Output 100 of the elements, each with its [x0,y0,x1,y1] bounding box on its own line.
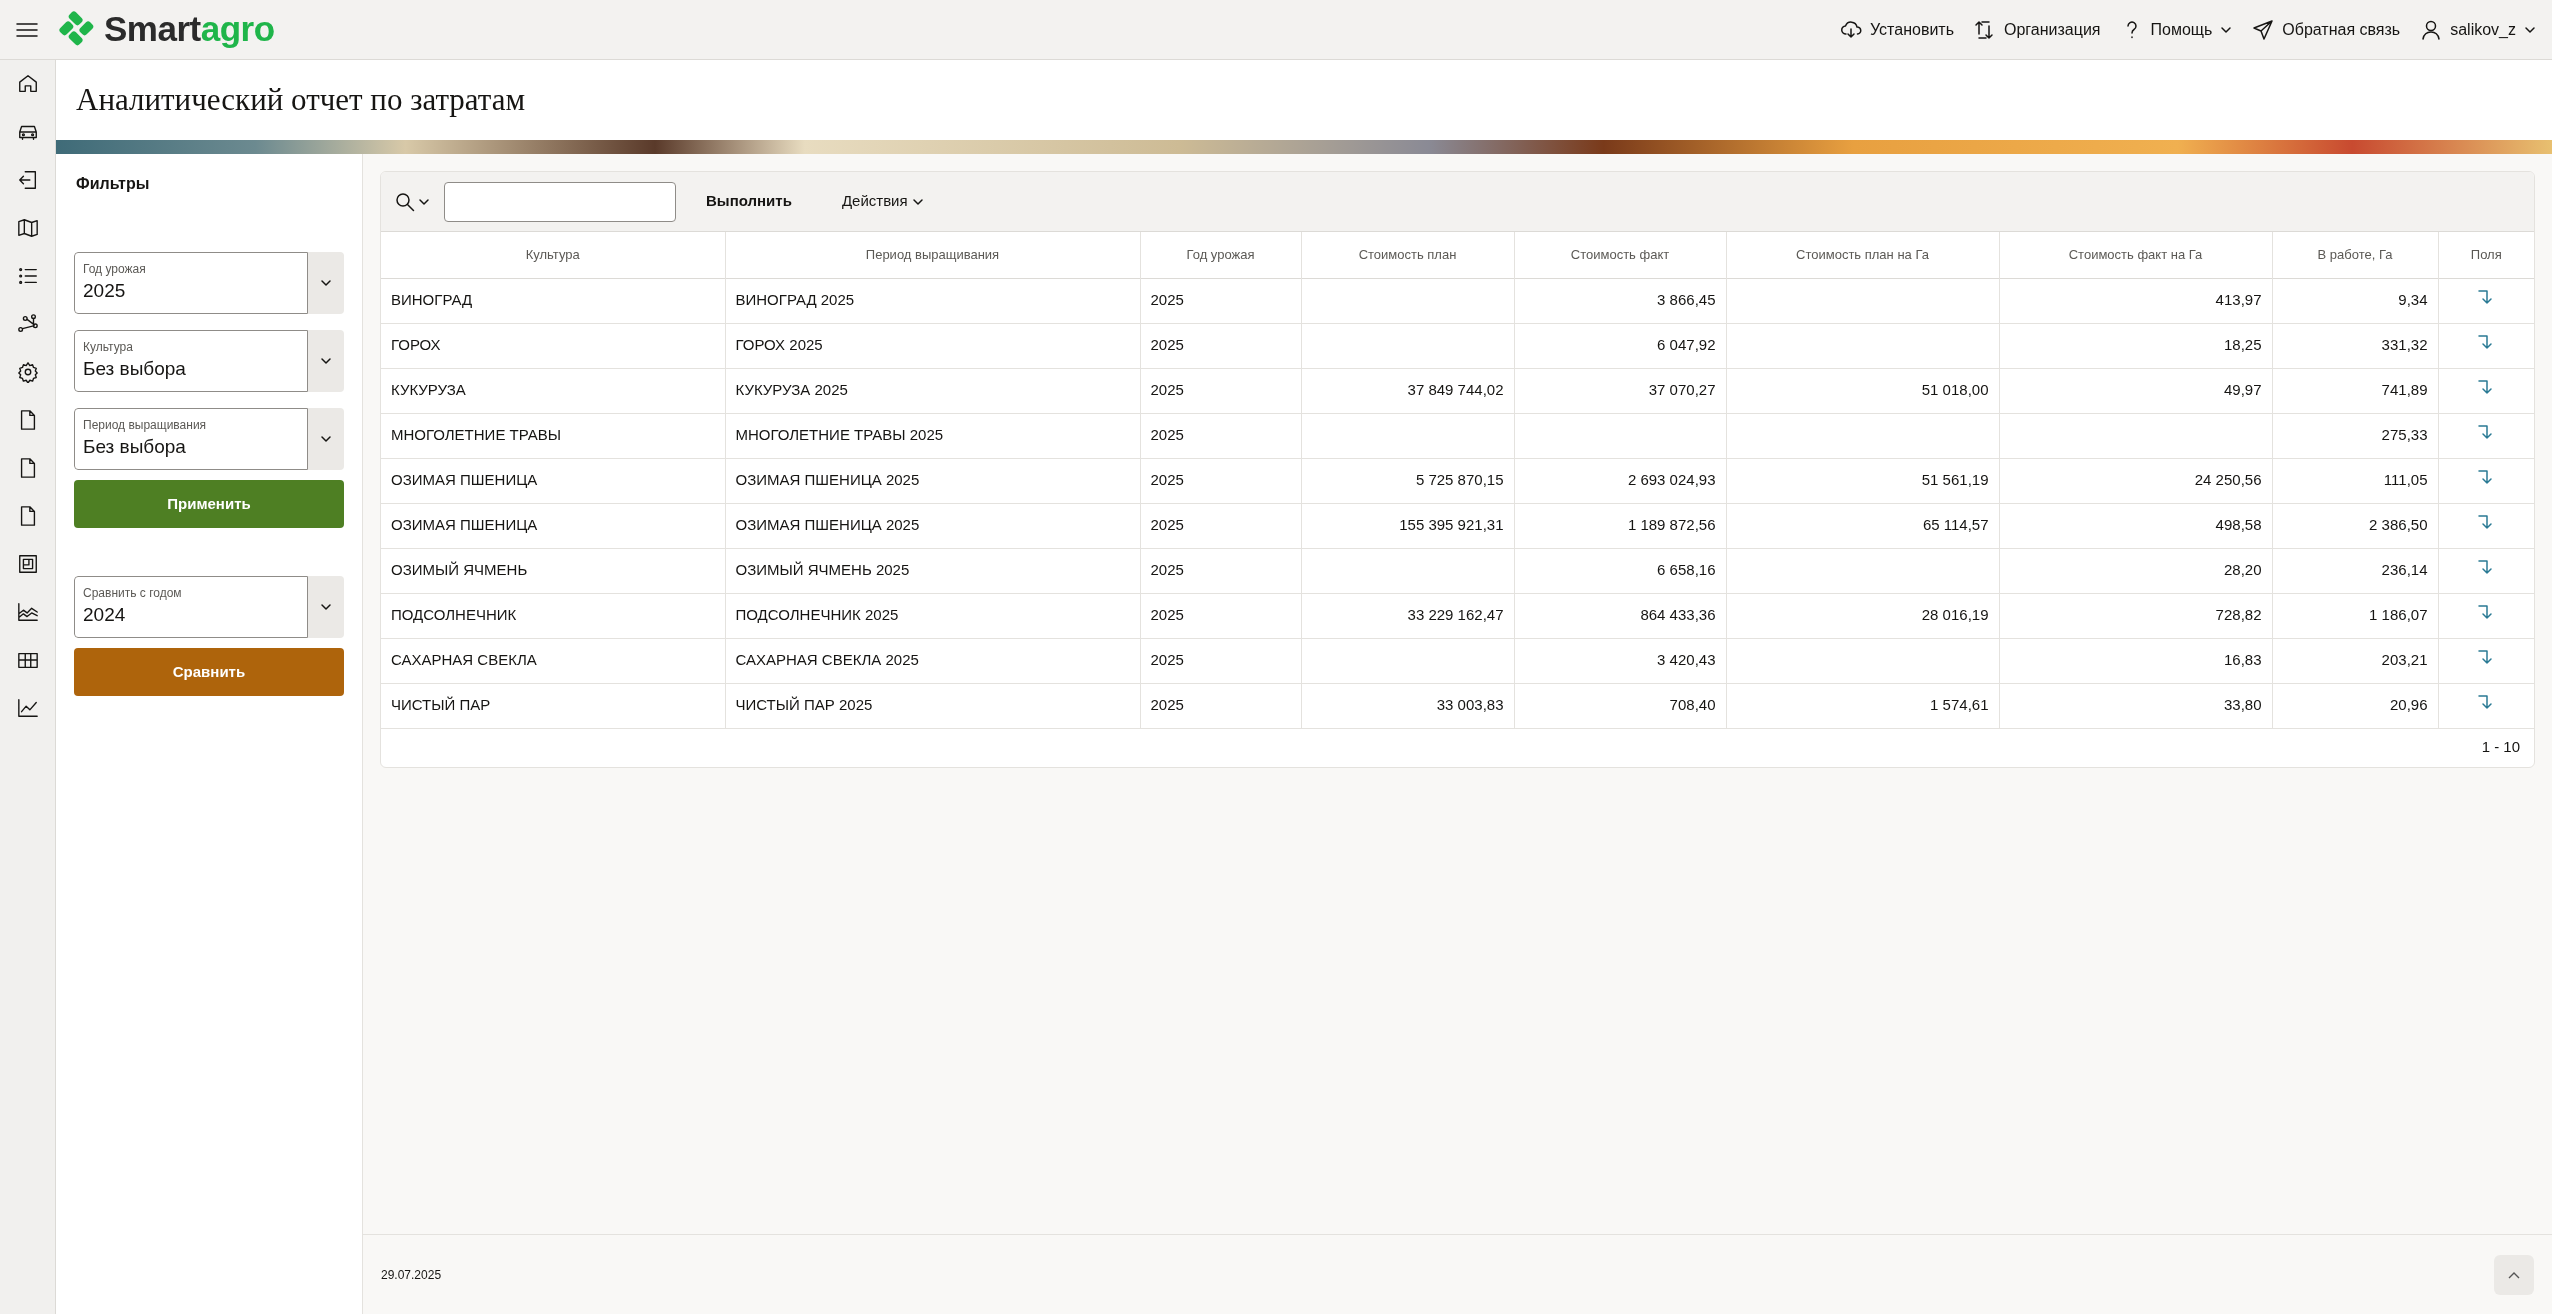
column-header[interactable]: Стоимость факт [1514,232,1726,278]
table-cell: 3 866,45 [1657,291,1716,309]
table-cell: 2025 [1150,651,1184,669]
table-cell: ОЗИМЫЙ ЯЧМЕНЬ 2025 [735,561,910,579]
network-icon [16,313,39,335]
table-cell: 2025 [1150,606,1184,624]
search-options-button[interactable] [395,191,430,212]
table-cell: 37 070,27 [1648,381,1716,399]
chevron-down-icon [320,433,332,445]
field-label: Культура [83,340,134,354]
chevron-down-icon [320,355,332,367]
frame-icon [16,553,39,575]
table-cell: 2025 [1150,426,1184,444]
page-title: Аналитический отчет по затратам [76,80,526,119]
table-cell: 16,83 [2223,651,2262,669]
table-cell: 864 433,36 [1640,606,1716,624]
chevron-down-icon [320,277,332,289]
table-cell: САХАРНАЯ СВЕКЛА [391,651,537,669]
table-cell: 2025 [1150,561,1184,579]
search-field[interactable] [444,181,676,222]
filters-title: Фильтры [75,174,151,194]
table-cell: МНОГОЛЕТНИЕ ТРАВЫ [391,426,562,444]
header-menu-item[interactable]: Установить [1840,17,1954,42]
header-menu-item[interactable]: Помощь [2120,17,2233,42]
chevron-up-icon [2508,1270,2520,1279]
table-cell: 3 420,43 [1657,651,1716,669]
map-icon [16,217,39,239]
table-cell: ВИНОГРАД 2025 [735,291,855,309]
settings-icon [16,361,39,383]
menu-icon [16,21,38,38]
table-cell: 1 189 872,56 [1627,516,1716,534]
field-label: Год урожая [83,262,147,276]
column-header[interactable]: Стоимость план на Га [1726,232,1999,278]
table-cell: ГОРОХ 2025 [735,336,823,354]
header-menu-item[interactable]: Организация [1974,17,2101,42]
menu-button[interactable] [16,21,38,38]
column-header[interactable]: Год урожая [1140,232,1301,278]
table-cell: 37 849 744,02 [1407,381,1504,399]
field-label: Период выращивания [83,418,208,432]
line-chart-icon [16,697,39,719]
table-cell: 2025 [1150,696,1184,714]
table-cell: 65 114,57 [1922,516,1989,534]
home-icon [16,73,39,95]
column-header[interactable]: Стоимость факт на Га [1999,232,2272,278]
table-cell: МНОГОЛЕТНИЕ ТРАВЫ 2025 [735,426,944,444]
field-value: 2024 [83,603,127,627]
column-header[interactable]: В работе, Га [2272,232,2438,278]
table-cell: ЧИСТЫЙ ПАР [391,696,491,714]
table-cell: 2025 [1150,516,1184,534]
table-cell: ОЗИМАЯ ПШЕНИЦА [391,471,538,489]
table-cell: 331,32 [2381,336,2428,354]
table-cell: 28,20 [2223,561,2262,579]
table-cell: 2025 [1150,336,1184,354]
run-button[interactable]: Выполнить [686,190,812,213]
chevron-down-icon [320,601,332,613]
logo[interactable]: Smartagro [56,3,275,56]
filter-button[interactable]: Применить [74,480,344,528]
table-cell: 2025 [1150,381,1184,399]
actions-menu-button[interactable]: Действия [821,190,944,213]
search-icon [395,191,415,212]
paper-plane-icon [2252,18,2275,41]
column-header[interactable]: Стоимость план [1301,232,1514,278]
table-cell: 20,96 [2389,696,2428,714]
footer-date: 29.07.2025 [381,1266,442,1284]
table-cell: 5 725 870,15 [1415,471,1504,489]
table-cell: 6 047,92 [1657,336,1716,354]
table-cell: ЧИСТЫЙ ПАР 2025 [735,696,873,714]
header-menu-item[interactable]: salikov_z [2420,17,2536,42]
filter-button[interactable]: Сравнить [74,648,344,696]
table-cell: 728,82 [2215,606,2262,624]
table-cell: 741,89 [2381,381,2428,399]
table-cell: 2 693 024,93 [1627,471,1716,489]
table-cell: 708,40 [1669,696,1716,714]
table-cell: 1 186,07 [2369,606,2428,624]
table-cell: ГОРОХ [391,336,441,354]
table-cell: 2 386,50 [2369,516,2428,534]
table-cell: САХАРНАЯ СВЕКЛА 2025 [735,651,919,669]
table-cell: 24 250,56 [2194,471,2262,489]
table-cell: 1 574,61 [1930,696,1989,714]
list-icon [16,265,39,287]
header-menu-item[interactable]: Обратная связь [2252,17,2401,42]
column-header[interactable]: Поля [2438,232,2534,278]
pagination-range: 1 - 10 [2481,737,2520,758]
table-cell: 33,80 [2223,696,2262,714]
area-chart-icon [16,601,39,623]
user-icon [2420,18,2443,41]
table-cell: ОЗИМАЯ ПШЕНИЦА [391,516,538,534]
column-header[interactable]: Культура [381,232,725,278]
table-cell: 498,58 [2215,516,2262,534]
column-header[interactable]: Период выращивания [725,232,1140,278]
table-cell: 6 658,16 [1657,561,1716,579]
table-cell: 49,97 [2223,381,2262,399]
table-cell: 33 229 162,47 [1407,606,1504,624]
field-value: Без выбора [83,357,187,381]
table-cell: ОЗИМЫЙ ЯЧМЕНЬ [391,561,528,579]
table-cell: 28 016,19 [1921,606,1989,624]
table-cell: ВИНОГРАД [391,291,473,309]
table-cell: КУКУРУЗА 2025 [735,381,848,399]
table-cell: 18,25 [2223,336,2262,354]
table-cell: 33 003,83 [1436,696,1504,714]
